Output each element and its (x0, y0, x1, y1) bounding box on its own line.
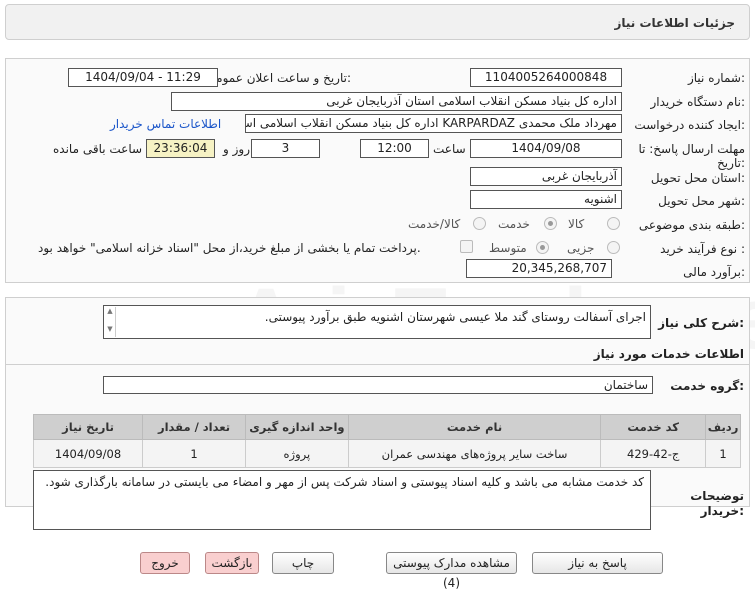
cell-row-number: 1 (705, 439, 741, 468)
page-title: جزئیات اطلاعات نیاز (614, 16, 735, 30)
city-label: شهر محل تحویل: (658, 194, 745, 208)
deadline-label: مهلت ارسال پاسخ: تا تاریخ: (638, 142, 745, 170)
need-number-label: شماره نیاز: (687, 71, 745, 85)
category-label: طبقه بندی موضوعی: (638, 218, 745, 232)
process-label: نوع فرآیند خرید : (660, 242, 745, 256)
buyer-contact-link[interactable]: اطلاعات تماس خریدار (110, 117, 221, 131)
requester-field: مهرداد ملک محمدی KARPARDAZ اداره کل بنیا… (245, 114, 622, 133)
days-label: روز و (223, 142, 250, 156)
cell-need-date: 1404/09/08 (32, 439, 144, 468)
buyer-notes-field: کد خدمت مشابه می باشد و کلیه اسناد پیوست… (33, 470, 651, 530)
services-table: ردیف کد خدمت نام خدمت واحد اندازه گیری ت… (32, 414, 741, 468)
days-remaining-field: 3 (251, 139, 320, 158)
time-remaining-field: 23:36:04 (146, 139, 215, 158)
budget-label: برآورد مالی: (683, 265, 745, 279)
buyer-org-field: اداره کل بنیاد مسکن انقلاب اسلامی استان … (171, 92, 622, 111)
process-medium-radio[interactable] (536, 241, 549, 254)
page-header: جزئیات اطلاعات نیاز (5, 4, 750, 40)
col-row-header: ردیف (705, 414, 741, 440)
summary-scrollbar[interactable]: ▲ ▼ (105, 307, 116, 337)
category-goods-radio[interactable] (607, 217, 620, 230)
process-minor-label: جزیی (567, 241, 595, 255)
summary-field: اجرای آسفالت روستای گند ملا عیسی شهرستان… (103, 305, 651, 339)
table-header-row: ردیف کد خدمت نام خدمت واحد اندازه گیری ت… (32, 414, 741, 440)
summary-label: شرح کلی نیاز: (658, 316, 744, 330)
province-field: آذربایجان غربی (470, 167, 622, 186)
announce-datetime-field: 1404/09/04 - 11:29 (68, 68, 218, 87)
service-group-field: ساختمان (103, 376, 653, 394)
col-code-header: کد خدمت (600, 414, 707, 440)
budget-field: 20,345,268,707 (466, 259, 612, 278)
deadline-date-field: 1404/09/08 (470, 139, 622, 158)
category-both-label: کالا/خدمت (408, 217, 461, 231)
summary-text: اجرای آسفالت روستای گند ملا عیسی شهرستان… (264, 310, 646, 324)
table-row[interactable]: 1 ج-42-429 ساخت سایر پروژه‌های مهندسی عم… (32, 439, 741, 468)
col-date-header: تاریخ نیاز (32, 414, 144, 440)
announce-datetime-label: تاریخ و ساعت اعلان عمومی: (206, 71, 351, 85)
cell-service-code: ج-42-429 (600, 439, 707, 468)
exit-button[interactable]: خروج (140, 552, 190, 574)
category-both-radio[interactable] (473, 217, 486, 230)
treasury-payment-checkbox[interactable] (460, 240, 473, 253)
back-button[interactable]: بازگشت (205, 552, 259, 574)
print-button[interactable]: چاپ (272, 552, 334, 574)
city-field: اشنویه (470, 190, 622, 209)
reply-button[interactable]: پاسخ به نیاز (532, 552, 663, 574)
deadline-time-field: 12:00 (360, 139, 429, 158)
category-goods-label: کالا (568, 217, 585, 231)
cell-service-name: ساخت سایر پروژه‌های مهندسی عمران (347, 439, 602, 468)
services-section-title: اطلاعات خدمات مورد نیاز (593, 347, 744, 361)
category-service-radio[interactable] (544, 217, 557, 230)
col-unit-header: واحد اندازه گیری (244, 414, 349, 440)
process-medium-label: متوسط (489, 241, 527, 255)
deadline-time-label: ساعت (433, 142, 466, 156)
col-qty-header: تعداد / مقدار (142, 414, 246, 440)
service-group-label: گروه خدمت: (670, 379, 744, 393)
process-minor-radio[interactable] (607, 241, 620, 254)
treasury-payment-note: پرداخت تمام یا بخشی از مبلغ خرید،از محل … (38, 241, 421, 255)
province-label: استان محل تحویل: (650, 171, 745, 185)
cell-unit: پروژه (244, 439, 349, 468)
view-attachments-button[interactable]: مشاهده مدارک پیوستی (4) (386, 552, 517, 590)
requester-label: ایجاد کننده درخواست: (634, 118, 745, 132)
buyer-org-label: نام دستگاه خریدار: (650, 95, 746, 109)
category-service-label: خدمت (498, 217, 530, 231)
col-name-header: نام خدمت (347, 414, 602, 440)
buyer-notes-label: توضیحات خریدار: (690, 489, 744, 518)
time-remaining-label: ساعت باقی مانده (53, 142, 143, 156)
cell-quantity: 1 (142, 439, 246, 468)
services-table-wrap: ردیف کد خدمت نام خدمت واحد اندازه گیری ت… (32, 414, 741, 468)
need-number-field: 1104005264000848 (470, 68, 622, 87)
